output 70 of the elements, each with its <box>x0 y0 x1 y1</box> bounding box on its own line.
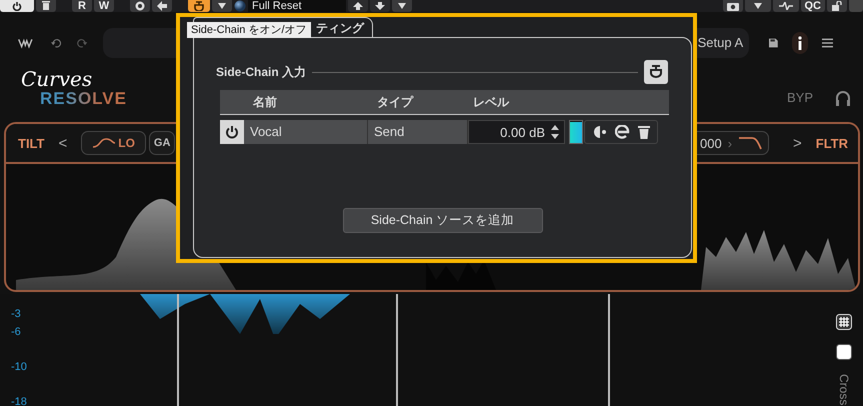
half-circle-icon[interactable] <box>592 125 608 139</box>
axis-label: -6 <box>11 326 21 338</box>
camera-icon <box>726 2 738 10</box>
trash-icon[interactable] <box>638 125 650 139</box>
band-label: FLTR <box>816 136 848 150</box>
write-button[interactable]: W <box>94 0 114 12</box>
logo-text: Curves <box>20 68 94 90</box>
info-button[interactable] <box>792 32 808 54</box>
headphones-icon[interactable] <box>835 90 851 106</box>
power-icon <box>12 1 22 11</box>
preset-field[interactable]: Full Reset <box>248 0 346 12</box>
arrow-icon <box>157 1 167 11</box>
down-icon <box>375 2 385 10</box>
bypass-button[interactable]: BYP <box>786 90 813 105</box>
curve-icon <box>92 137 116 149</box>
up-button[interactable] <box>348 0 368 12</box>
stepper-arrows-icon[interactable] <box>551 125 559 139</box>
redo-icon[interactable] <box>76 37 88 49</box>
previous-button[interactable]: < <box>54 134 72 152</box>
column-header: タイプ <box>377 94 414 110</box>
table-cell[interactable]: Vocal <box>244 120 368 144</box>
power-icon <box>225 125 239 139</box>
band-label: TILT <box>18 136 44 150</box>
axis-label: -18 <box>11 396 27 406</box>
menu-icon[interactable] <box>822 37 834 49</box>
undo-icon[interactable] <box>50 37 61 49</box>
dropdown-icon <box>754 3 762 9</box>
trash-button[interactable] <box>36 0 56 12</box>
band-pill[interactable]: GA <box>148 131 176 155</box>
down-button[interactable] <box>370 0 390 12</box>
up-icon <box>353 2 363 10</box>
power-toggle[interactable] <box>220 120 244 144</box>
side-label: Cross <box>837 374 851 406</box>
next-button[interactable]: > <box>788 134 806 152</box>
band-pill[interactable]: LO <box>81 131 146 155</box>
axis-label: -10 <box>11 361 27 373</box>
tooltip: Side-Chain をオン/オフ <box>187 22 311 38</box>
dropdown-icon <box>398 3 406 9</box>
dropdown-button[interactable] <box>744 0 770 12</box>
grid-icon[interactable] <box>836 314 852 330</box>
column-header: レベル <box>473 94 509 110</box>
square-toggle-icon[interactable] <box>836 344 852 360</box>
read-button[interactable]: R <box>72 0 92 12</box>
camera-button[interactable] <box>722 0 742 12</box>
pulse-icon <box>778 2 792 10</box>
sidechain-button[interactable] <box>644 60 668 84</box>
sidechain-button[interactable] <box>188 0 210 12</box>
section-title: Side-Chain 入力 <box>216 64 306 80</box>
power-button[interactable] <box>0 0 34 12</box>
qc-button[interactable]: QC <box>800 0 825 12</box>
dropdown-button[interactable] <box>212 0 232 12</box>
compare-button[interactable] <box>130 0 150 12</box>
level-field[interactable]: 0.00 dB <box>468 120 565 144</box>
lock-button[interactable] <box>827 0 847 12</box>
column-header: 名前 <box>253 94 278 110</box>
axis-label: -3 <box>11 308 21 320</box>
pulse-button[interactable] <box>772 0 798 12</box>
info-icon <box>796 36 803 50</box>
lock-icon <box>832 1 842 11</box>
arrow-button[interactable] <box>152 0 172 12</box>
waves-logo-icon[interactable] <box>18 36 33 50</box>
lowpass-curve-icon <box>738 136 762 150</box>
e-icon[interactable] <box>614 125 631 139</box>
add-source-button[interactable]: Side-Chain ソースを追加 <box>342 208 542 233</box>
globe-icon[interactable] <box>234 0 246 12</box>
save-icon[interactable] <box>769 37 778 49</box>
dropdown-button[interactable] <box>392 0 412 12</box>
trash-icon <box>41 1 51 11</box>
dropdown-icon <box>218 3 226 9</box>
table-cell[interactable]: Send <box>368 120 468 144</box>
